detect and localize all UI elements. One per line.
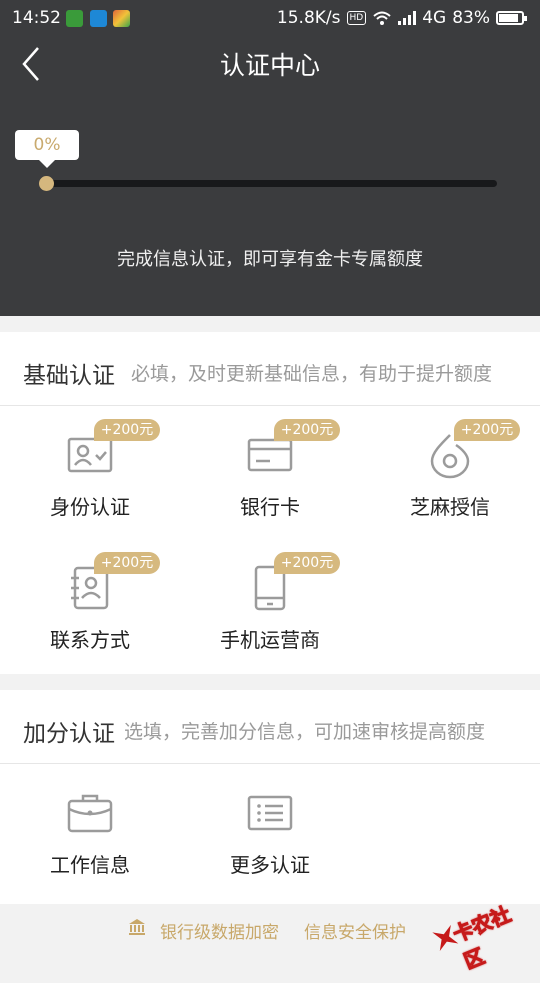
- basic-section-hint: 必填，及时更新基础信息，有助于提升额度: [131, 363, 493, 385]
- mobile-carrier-item[interactable]: +200元 手机运营商: [180, 540, 360, 675]
- work-info-item[interactable]: 工作信息: [0, 765, 180, 900]
- status-time: 14:52: [12, 8, 61, 28]
- network-speed: 15.8K/s: [276, 8, 341, 28]
- footer-encryption-text: 银行级数据加密: [160, 923, 279, 943]
- status-bar: 14:52 15.8K/s HD 4G 83%: [0, 0, 540, 36]
- reward-badge: +200元: [274, 552, 340, 574]
- status-right-group: 15.8K/s HD 4G 83%: [276, 8, 527, 28]
- green-app-icon: [66, 10, 83, 27]
- reward-badge: +200元: [454, 419, 520, 441]
- basic-section-title: 基础认证: [23, 363, 115, 389]
- reward-badge: +200元: [274, 419, 340, 441]
- briefcase-icon: [67, 794, 113, 833]
- bank-card-item[interactable]: +200元 银行卡: [180, 407, 360, 542]
- footer-security-text: 信息安全保护: [304, 923, 406, 943]
- progress-track: [42, 180, 497, 187]
- bank-card-label: 银行卡: [240, 495, 300, 519]
- page-title: 认证中心: [219, 51, 320, 80]
- id-auth-item[interactable]: +200元 身份认证: [0, 407, 180, 542]
- hd-icon: HD: [346, 11, 367, 25]
- contacts-label: 联系方式: [50, 628, 130, 652]
- bonus-section-hint: 选填，完善加分信息，可加速审核提高额度: [124, 721, 486, 743]
- header-panel: 14:52 15.8K/s HD 4G 83% 认证中心 0% 完成信息认证，即…: [0, 0, 540, 316]
- colorful-app-icon: [113, 10, 130, 27]
- bank-building-icon: [129, 919, 145, 935]
- basic-auth-section: 基础认证 必填，及时更新基础信息，有助于提升额度 +200元 身份认证 +200…: [0, 332, 540, 674]
- more-auth-item[interactable]: 更多认证: [180, 765, 360, 900]
- progress-knob: [39, 176, 54, 191]
- progress-percent-bubble: 0%: [15, 130, 79, 168]
- contacts-item[interactable]: +200元 联系方式: [0, 540, 180, 675]
- sesame-credit-label: 芝麻授信: [410, 495, 490, 519]
- id-auth-label: 身份认证: [50, 495, 130, 519]
- progress-message: 完成信息认证，即可享有金卡专属额度: [117, 249, 423, 270]
- battery-icon: [496, 11, 527, 25]
- signal-icon: [398, 11, 417, 25]
- basic-section-header: 基础认证 必填，及时更新基础信息，有助于提升额度: [0, 332, 540, 406]
- mobile-carrier-label: 手机运营商: [220, 628, 320, 652]
- more-auth-label: 更多认证: [230, 853, 310, 877]
- network-type: 4G: [422, 8, 447, 28]
- sesame-credit-item[interactable]: +200元 芝麻授信: [360, 407, 540, 542]
- bonus-section-header: 加分认证 选填，完善加分信息，可加速审核提高额度: [0, 690, 540, 764]
- bonus-auth-section: 加分认证 选填，完善加分信息，可加速审核提高额度 工作信息 更多认证: [0, 690, 540, 904]
- bonus-section-title: 加分认证: [23, 721, 115, 747]
- blue-app-icon: [90, 10, 107, 27]
- list-icon: [247, 795, 293, 831]
- reward-badge: +200元: [94, 419, 160, 441]
- work-info-label: 工作信息: [50, 853, 130, 877]
- battery-percent: 83%: [452, 8, 490, 28]
- reward-badge: +200元: [94, 552, 160, 574]
- wifi-icon: [373, 11, 391, 25]
